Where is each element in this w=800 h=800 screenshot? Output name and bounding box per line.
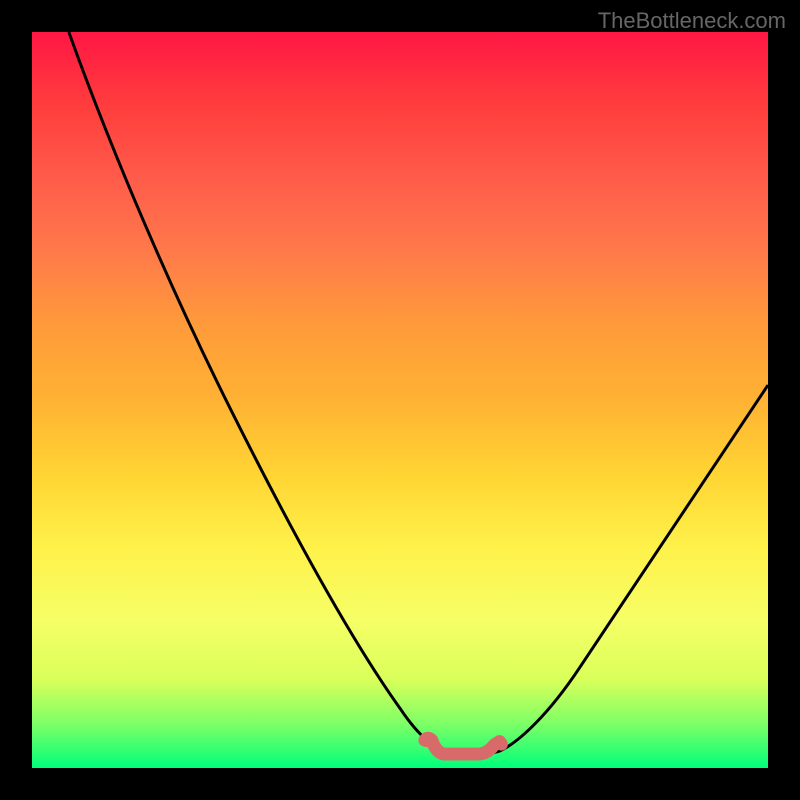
bottom-marker-band-path	[425, 738, 502, 754]
marker-dot-left	[420, 733, 434, 747]
chart-plot-area	[30, 30, 770, 770]
chart-svg	[32, 32, 768, 768]
main-curve-path	[69, 32, 768, 755]
marker-dot-right	[492, 735, 506, 749]
watermark-text: TheBottleneck.com	[598, 8, 786, 34]
